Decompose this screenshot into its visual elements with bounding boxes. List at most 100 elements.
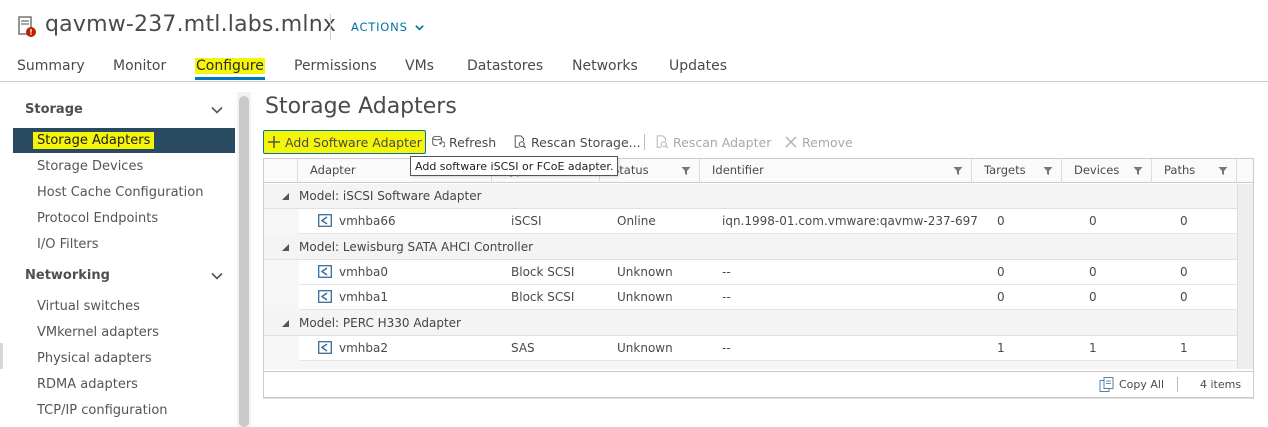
cell-devices: 0	[1089, 290, 1097, 304]
page-title: Storage Adapters	[265, 94, 457, 119]
rescan-storage-button[interactable]: Rescan Storage...	[513, 130, 641, 154]
tab-networks[interactable]: Networks	[572, 58, 638, 74]
tab-updates[interactable]: Updates	[669, 58, 727, 74]
actions-label: ACTIONS	[351, 20, 408, 34]
cell-status: Unknown	[617, 290, 673, 304]
cell-devices: 1	[1089, 341, 1097, 355]
nav-item-io-filters[interactable]: I/O Filters	[13, 232, 235, 257]
column-header-label: Targets	[984, 163, 1026, 177]
add-adapter-tooltip: Add software iSCSI or FCoE adapter.	[410, 156, 619, 176]
grid-footer: Copy All 4 items	[264, 371, 1253, 397]
remove-label: Remove	[802, 134, 853, 150]
tab-configure[interactable]: Configure	[195, 58, 265, 80]
nav-item-host-cache-configuration[interactable]: Host Cache Configuration	[13, 180, 235, 205]
filter-icon[interactable]	[1043, 166, 1053, 176]
table-row[interactable]: vmhba1 Block SCSI Unknown -- 0 0 0	[299, 285, 1237, 310]
rescan-adapter-label: Rescan Adapter	[673, 134, 772, 150]
filter-icon[interactable]	[681, 166, 691, 176]
actions-menu-button[interactable]: ACTIONS	[351, 20, 425, 34]
host-title: qavmw-237.mtl.labs.mlnx	[45, 12, 337, 37]
cell-type: SAS	[511, 341, 535, 355]
cell-type: iSCSI	[511, 214, 542, 228]
nav-section-storage[interactable]: Storage	[25, 102, 83, 117]
chevron-down-icon[interactable]	[211, 104, 223, 116]
nav-section-networking[interactable]: Networking	[25, 268, 110, 283]
nav-item-protocol-endpoints[interactable]: Protocol Endpoints	[13, 206, 235, 231]
remove-button[interactable]: Remove	[784, 130, 853, 154]
table-row[interactable]: vmhba0 Block SCSI Unknown -- 0 0 0	[299, 260, 1237, 285]
group-row[interactable]: Model: PERC H330 Adapter	[264, 311, 1237, 336]
cell-type: Block SCSI	[511, 290, 575, 304]
tab-datastores[interactable]: Datastores	[467, 58, 543, 74]
add-software-adapter-label: Add Software Adapter	[285, 134, 422, 150]
collapse-caret-icon[interactable]	[282, 320, 289, 327]
column-header-paths[interactable]: Paths	[1152, 159, 1237, 183]
column-header-targets[interactable]: Targets	[972, 159, 1062, 183]
cell-targets: 0	[997, 214, 1005, 228]
group-row[interactable]: Model: iSCSI Software Adapter	[264, 184, 1237, 209]
cell-paths: 0	[1180, 290, 1188, 304]
rescan-adapter-icon	[656, 135, 669, 149]
toolbar-divider	[644, 134, 645, 150]
plus-icon	[268, 136, 280, 148]
refresh-icon	[432, 135, 445, 148]
storage-adapter-icon	[318, 265, 332, 278]
tab-bar: Summary Monitor Configure Permissions VM…	[0, 56, 1268, 82]
nav-item-tcpip-configuration[interactable]: TCP/IP configuration	[13, 398, 235, 423]
footer-divider	[1177, 377, 1178, 392]
add-software-adapter-button[interactable]: Add Software Adapter	[263, 130, 426, 154]
group-label: Model: Lewisburg SATA AHCI Controller	[299, 240, 534, 254]
cell-paths: 1	[1180, 341, 1188, 355]
filter-icon[interactable]	[1133, 166, 1143, 176]
collapse-caret-icon[interactable]	[282, 193, 289, 200]
nav-item-rdma-adapters[interactable]: RDMA adapters	[13, 372, 235, 397]
cell-targets: 1	[997, 341, 1005, 355]
copy-all-label: Copy All	[1119, 378, 1165, 391]
cell-adapter: vmhba66	[339, 214, 396, 228]
nav-item-storage-devices[interactable]: Storage Devices	[13, 154, 235, 179]
column-header-label: Adapter	[310, 163, 356, 177]
cell-adapter: vmhba1	[339, 290, 389, 304]
chevron-down-icon	[414, 24, 424, 31]
column-header-identifier[interactable]: Identifier	[700, 159, 972, 183]
nav-item-virtual-switches[interactable]: Virtual switches	[13, 294, 235, 319]
group-row[interactable]: Model: Lewisburg SATA AHCI Controller	[264, 235, 1237, 260]
refresh-label: Refresh	[449, 134, 497, 150]
cell-paths: 0	[1180, 214, 1188, 228]
cell-paths: 0	[1180, 265, 1188, 279]
cell-adapter: vmhba0	[339, 265, 389, 279]
nav-item-vmkernel-adapters[interactable]: VMkernel adapters	[13, 320, 235, 345]
cell-type: Block SCSI	[511, 265, 575, 279]
column-header-label: Paths	[1164, 163, 1196, 177]
cell-identifier: --	[722, 265, 731, 279]
cell-targets: 0	[997, 290, 1005, 304]
grid-scrollbar[interactable]	[1237, 184, 1253, 369]
tab-configure-label: Configure	[195, 58, 265, 74]
filter-icon[interactable]	[953, 166, 963, 176]
cell-adapter: vmhba2	[339, 341, 389, 355]
storage-adapter-icon	[318, 290, 332, 303]
collapse-caret-icon[interactable]	[282, 244, 289, 251]
host-alert-icon	[18, 16, 36, 38]
tab-summary[interactable]: Summary	[17, 58, 85, 74]
grid-body: Model: iSCSI Software Adapter vmhba66 iS…	[264, 184, 1237, 369]
tab-vms[interactable]: VMs	[405, 58, 434, 74]
cell-status: Online	[617, 214, 656, 228]
refresh-button[interactable]: Refresh	[431, 130, 496, 154]
chevron-down-icon[interactable]	[211, 270, 223, 282]
sidebar-scrollbar-thumb[interactable]	[239, 96, 249, 427]
copy-all-button[interactable]: Copy All	[1099, 377, 1164, 392]
tab-permissions[interactable]: Permissions	[294, 58, 377, 74]
table-row[interactable]: vmhba2 SAS Unknown -- 1 1 1	[299, 336, 1237, 361]
content-bottom-border	[263, 398, 1254, 399]
storage-adapters-grid: Adapter Type Status Identifier Targets D…	[263, 158, 1254, 398]
rescan-adapter-button[interactable]: Rescan Adapter	[655, 130, 771, 154]
nav-item-physical-adapters[interactable]: Physical adapters	[13, 346, 235, 371]
filter-icon[interactable]	[1218, 166, 1228, 176]
tab-monitor[interactable]: Monitor	[113, 58, 166, 74]
nav-item-storage-adapters[interactable]: Storage Adapters	[13, 128, 235, 153]
copy-icon	[1099, 377, 1114, 392]
cell-status: Unknown	[617, 265, 673, 279]
column-header-devices[interactable]: Devices	[1062, 159, 1152, 183]
table-row[interactable]: vmhba66 iSCSI Online iqn.1998-01.com.vmw…	[299, 209, 1237, 234]
